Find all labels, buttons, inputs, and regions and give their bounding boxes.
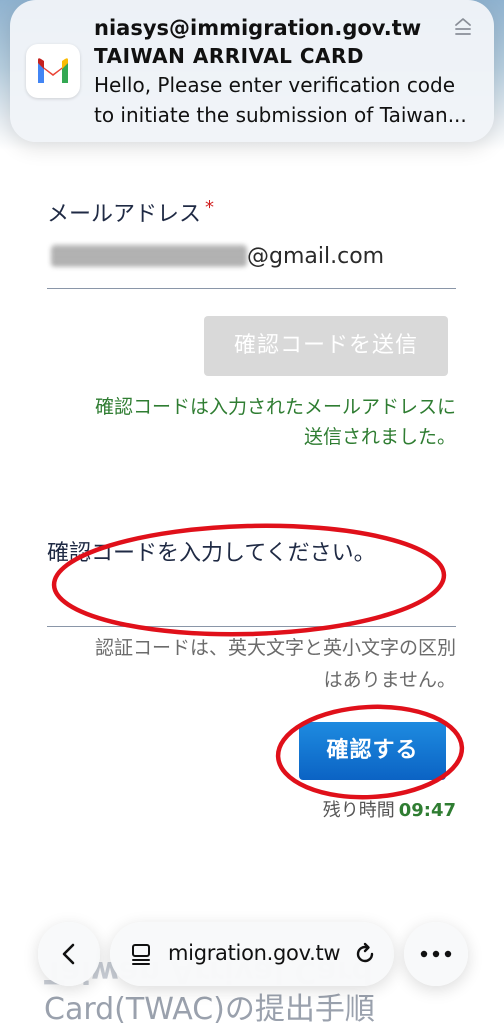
code-sent-message-line2: 送信されました。 <box>303 426 456 448</box>
confirm-button[interactable]: 確認する <box>299 722 446 780</box>
address-bar[interactable]: migration.gov.tw <box>110 922 394 986</box>
email-notification[interactable]: niasys@immigration.gov.tw TAIWAN ARRIVAL… <box>10 0 494 142</box>
notification-body-line1: Hello, Please enter verification code <box>94 73 456 97</box>
notification-sender: niasys@immigration.gov.tw <box>94 16 422 40</box>
required-mark: * <box>205 196 215 218</box>
verification-code-label: 確認コードを入力してください。 <box>47 541 376 566</box>
remaining-time: 残り時間 09:47 <box>323 796 456 822</box>
chevron-left-icon <box>62 943 75 965</box>
gmail-icon <box>26 44 80 98</box>
url-text: migration.gov.tw <box>168 941 341 965</box>
email-label: メールアドレス * <box>47 196 214 228</box>
notification-subject: TAIWAN ARRIVAL CARD <box>94 44 365 68</box>
more-icon <box>420 950 452 958</box>
collapse-icon[interactable] <box>452 16 474 38</box>
case-note-line1: 認証コードは、英大文字と英小文字の区別 <box>94 637 456 659</box>
tabs-icon[interactable] <box>130 942 154 966</box>
redacted-email-user <box>51 245 247 267</box>
code-sent-message-line1: 確認コードは入力されたメールアドレスに <box>94 396 456 418</box>
more-button[interactable] <box>404 922 468 986</box>
background-heading-line2: Card(TWAC)の提出手順 <box>44 992 375 1024</box>
remaining-time-value: 09:47 <box>398 800 456 821</box>
email-field[interactable]: @gmail.com <box>47 232 456 289</box>
send-code-button[interactable]: 確認コードを送信 <box>204 316 448 376</box>
email-label-text: メールアドレス <box>47 202 202 227</box>
case-note-line2: はありません。 <box>323 669 456 691</box>
remaining-time-label: 残り時間 <box>322 800 395 821</box>
verification-code-input[interactable] <box>47 572 456 627</box>
email-domain: @gmail.com <box>247 244 385 269</box>
notification-body-line2: to initiate the submission of Taiwan... <box>94 103 467 127</box>
reload-icon[interactable] <box>352 941 378 967</box>
case-insensitive-note: 認証コードは、英大文字と英小文字の区別 はありません。 <box>47 632 456 696</box>
back-button[interactable] <box>38 922 100 986</box>
code-sent-message: 確認コードは入力されたメールアドレスに 送信されました。 <box>47 392 456 452</box>
